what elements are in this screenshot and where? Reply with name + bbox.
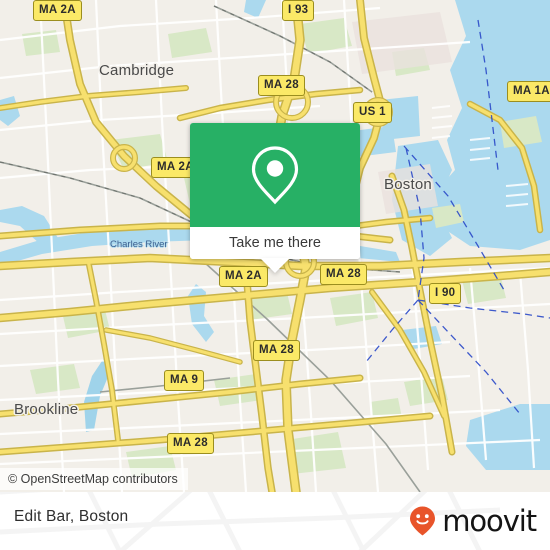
screenshot-root: MA 2A I 93 MA 28 MA 1A US 1 MA 2A MA 2A … xyxy=(0,0,550,550)
highway-shield: MA 28 xyxy=(258,75,305,96)
footer-bar: Edit Bar, Boston moovit xyxy=(0,492,550,550)
map-label-charles-river: Charles River xyxy=(110,239,168,250)
location-callout-card[interactable]: Take me there xyxy=(190,123,360,259)
highway-shield: MA 9 xyxy=(164,370,205,391)
highway-shield: I 90 xyxy=(429,283,462,304)
highway-shield: US 1 xyxy=(353,102,392,123)
highway-shield: MA 1A xyxy=(507,81,550,102)
map-canvas[interactable]: MA 2A I 93 MA 28 MA 1A US 1 MA 2A MA 2A … xyxy=(0,0,550,492)
osm-attribution-text: © OpenStreetMap contributors xyxy=(8,472,178,486)
take-me-there-label: Take me there xyxy=(229,235,321,251)
callout-icon-area xyxy=(190,123,360,227)
callout-pointer xyxy=(260,258,290,273)
map-label-brookline: Brookline xyxy=(14,401,79,418)
moovit-logo[interactable]: moovit xyxy=(406,503,537,538)
osm-attribution[interactable]: © OpenStreetMap contributors xyxy=(0,468,188,490)
map-pin-icon xyxy=(251,146,299,205)
highway-shield: I 93 xyxy=(282,0,315,21)
highway-shield: MA 2A xyxy=(33,0,82,21)
map-label-cambridge: Cambridge xyxy=(99,62,175,79)
highway-shield: MA 28 xyxy=(253,340,300,361)
map-label-boston: Boston xyxy=(384,176,432,193)
highway-shield: MA 28 xyxy=(167,433,214,454)
moovit-wordmark: moovit xyxy=(442,503,537,538)
highway-shield: MA 28 xyxy=(320,264,367,285)
take-me-there-button[interactable]: Take me there xyxy=(190,227,360,259)
place-title: Edit Bar, Boston xyxy=(14,508,129,525)
moovit-smiley-pin-icon xyxy=(410,506,436,536)
